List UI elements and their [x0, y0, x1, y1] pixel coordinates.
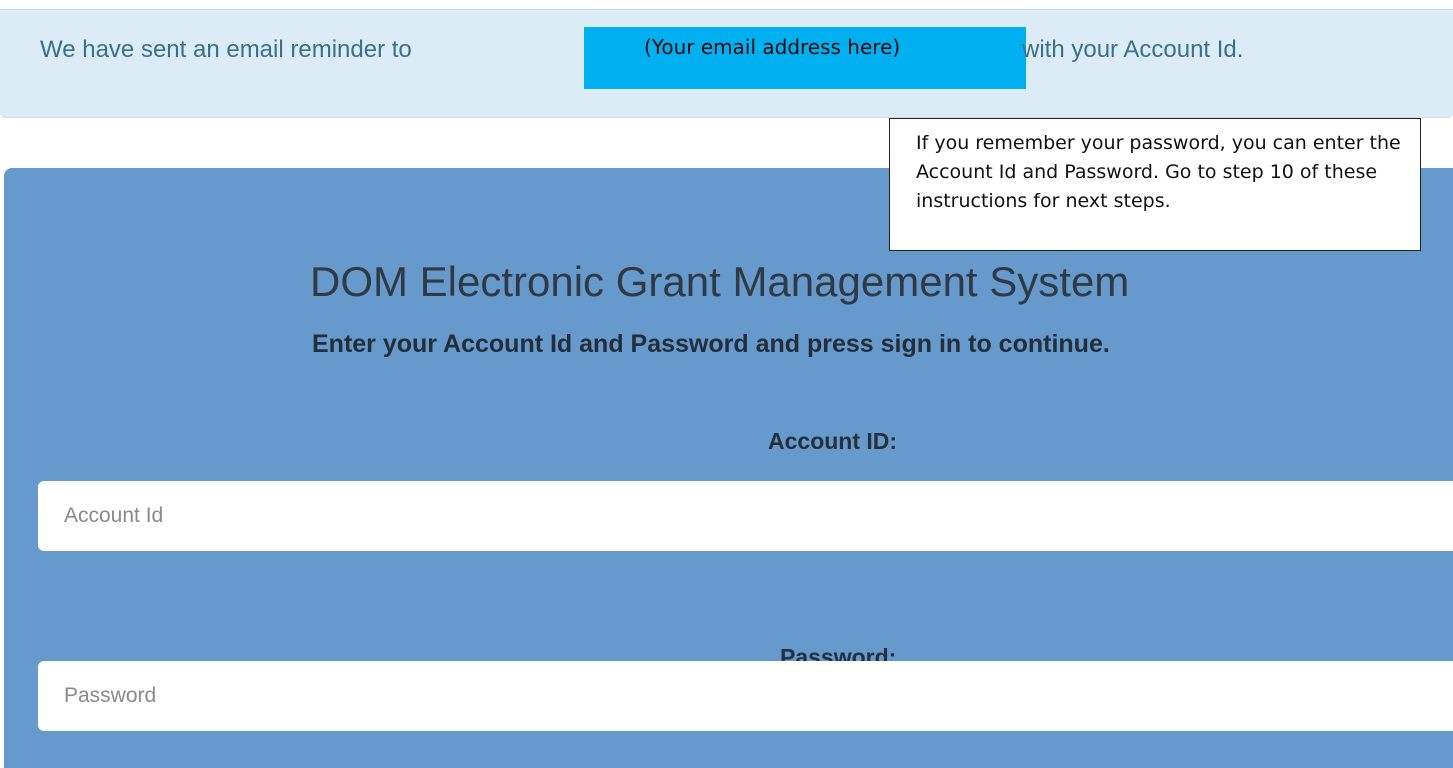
alert-text-before: We have sent an email reminder to [40, 36, 412, 63]
instruction-callout: If you remember your password, you can e… [889, 118, 1421, 251]
account-id-label: Account ID: [768, 428, 898, 454]
login-instructions: Enter your Account Id and Password and p… [312, 330, 1110, 358]
email-address-text: (Your email address here) [644, 35, 901, 59]
password-input[interactable] [38, 661, 1453, 731]
email-address-highlight: (Your email address here) [584, 27, 1026, 89]
page-title: DOM Electronic Grant Management System [310, 258, 1130, 305]
account-id-input[interactable] [38, 481, 1453, 551]
alert-text-after: with your Account Id. [1022, 36, 1244, 63]
